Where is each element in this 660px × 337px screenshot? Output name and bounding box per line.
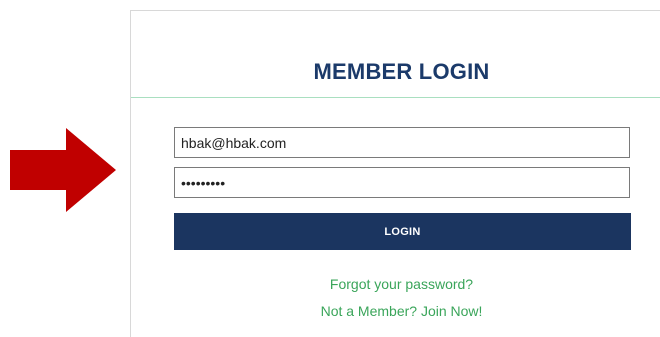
login-button[interactable]: LOGIN: [174, 213, 631, 250]
password-field[interactable]: [174, 167, 630, 198]
right-arrow-icon: [10, 128, 116, 212]
login-card: MEMBER LOGIN LOGIN Forgot your password?…: [130, 10, 660, 337]
join-now-link[interactable]: Not a Member? Join Now!: [131, 303, 660, 319]
page-title: MEMBER LOGIN: [313, 59, 490, 84]
forgot-password-link[interactable]: Forgot your password?: [131, 276, 660, 292]
card-header: MEMBER LOGIN: [131, 11, 660, 98]
page: MEMBER LOGIN LOGIN Forgot your password?…: [0, 0, 660, 337]
email-field[interactable]: [174, 127, 630, 158]
